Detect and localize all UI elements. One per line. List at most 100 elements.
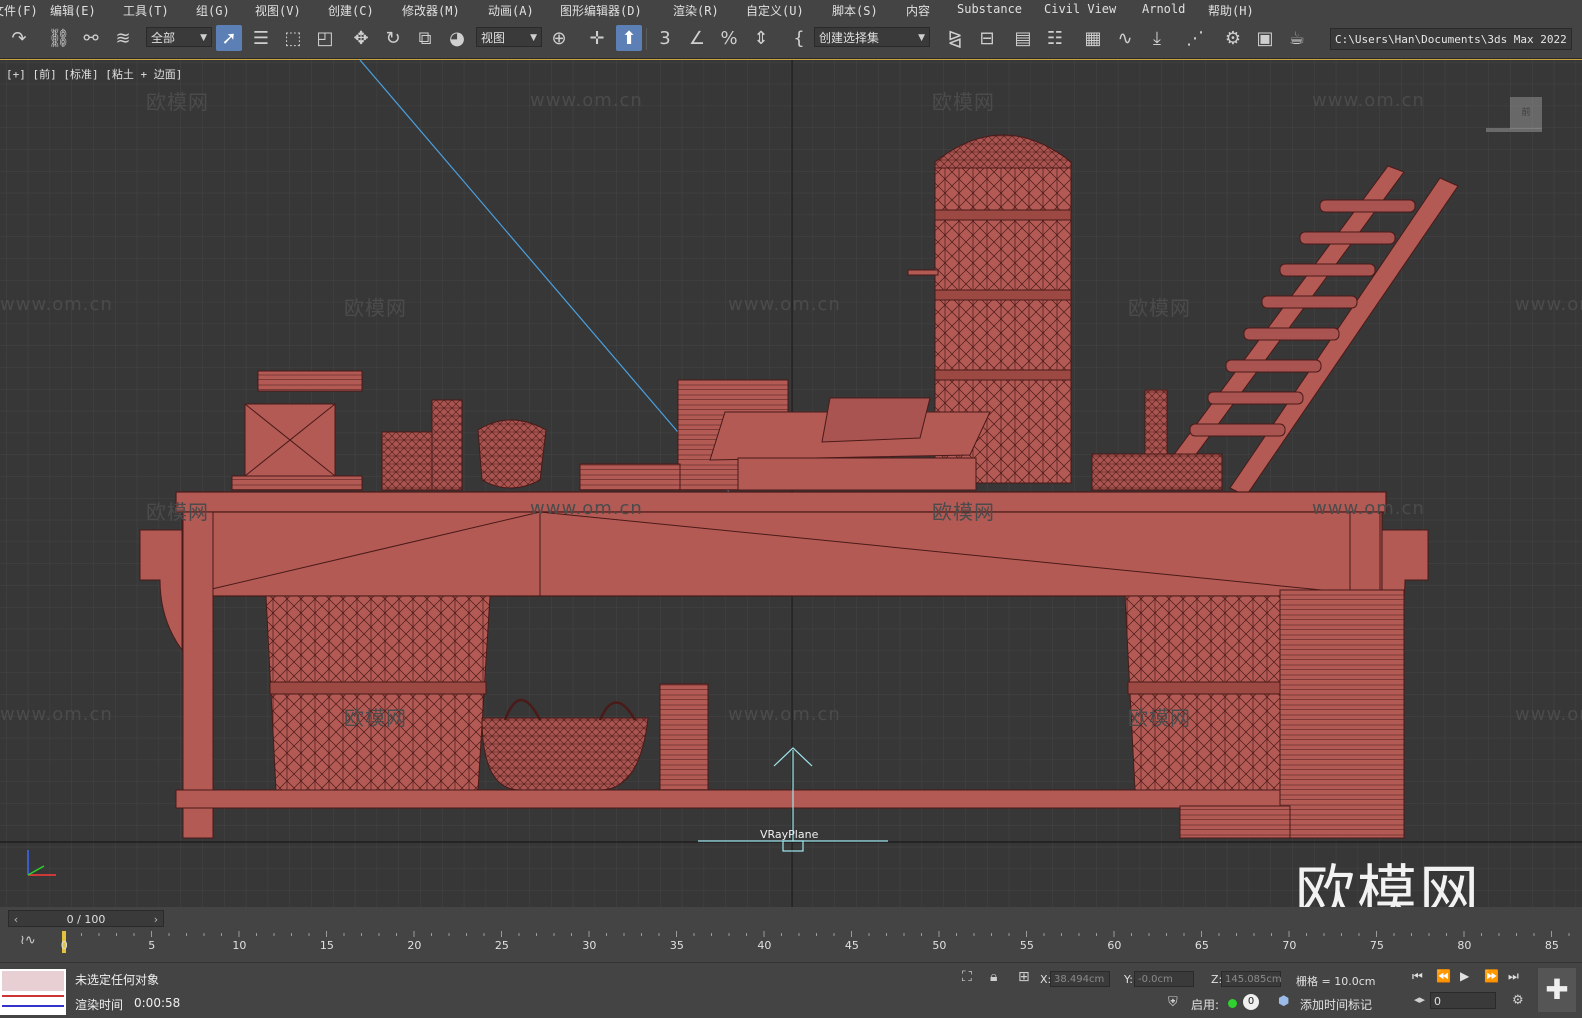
menu-content[interactable]: 内容 (906, 2, 930, 19)
isolate-selection-icon[interactable]: ⛶ (962, 969, 972, 985)
x-coordinate-field[interactable]: 38.494cm (1050, 971, 1110, 987)
redo-icon[interactable]: ↷ (6, 25, 32, 51)
angle-snap-icon[interactable]: ∠ (684, 25, 710, 51)
menu-edit[interactable]: 编辑(E) (50, 2, 96, 19)
watermark-url: www.om.cn (530, 90, 643, 111)
timeline-ruler[interactable]: 0 5 10 15 20 25 30 35 40 45 50 55 60 65 70 75 80 85 (60, 929, 1575, 962)
frame-spinner-arrows-icon[interactable]: ◂▸ (1414, 993, 1425, 1006)
menu-arnold[interactable]: Arnold (1142, 2, 1185, 16)
timeline-tick-label: 55 (1020, 939, 1034, 952)
spinner-snap-icon[interactable]: ⇕ (748, 25, 774, 51)
absolute-mode-icon[interactable]: ⊞ (1018, 969, 1030, 985)
menu-customize[interactable]: 自定义(U) (746, 2, 804, 19)
project-path-field[interactable]: C:\Users\Han\Documents\3ds Max 2022 (1330, 28, 1572, 50)
select-object-icon[interactable]: ➚ (216, 25, 242, 51)
pivot-center-icon[interactable]: ⊕ (546, 25, 572, 51)
right-barrel-model (1124, 595, 1291, 791)
viewcube[interactable]: 前 (1510, 97, 1542, 129)
mini-curve-editor-icon[interactable]: ≀∿ (20, 933, 36, 948)
rotate-icon[interactable]: ↻ (380, 25, 406, 51)
move-icon[interactable]: ✥ (348, 25, 374, 51)
watermark-url: www.om.cn (728, 704, 841, 725)
menu-view[interactable]: 视图(V) (255, 2, 301, 19)
chevron-right-icon[interactable]: › (149, 911, 163, 926)
watermark-url: www.om.cn (1312, 90, 1425, 111)
enable-count-badge: 0 (1243, 994, 1259, 1010)
chevron-left-icon[interactable]: ‹ (9, 911, 23, 926)
enable-label: 启用: (1191, 998, 1220, 1012)
named-selection-dropdown[interactable]: 创建选择集 ▼ (814, 27, 930, 47)
play-icon[interactable]: ▶ (1460, 969, 1469, 983)
next-frame-icon[interactable]: ⏩ (1484, 969, 1499, 983)
watermark-url: www.om.cn (530, 498, 643, 519)
edit-named-selection-icon[interactable]: { (786, 25, 812, 51)
mirror-icon[interactable]: ⧎ (942, 25, 968, 51)
menu-animation[interactable]: 动画(A) (488, 2, 534, 19)
align-icon[interactable]: ⊟ (974, 25, 1000, 51)
named-selection-value: 创建选择集 (819, 31, 880, 45)
watermark-text: 欧模网 (1128, 706, 1191, 730)
percent-snap-icon[interactable]: % (716, 25, 742, 51)
schematic-view-icon[interactable]: ⋰ (1182, 25, 1208, 51)
go-to-end-icon[interactable]: ⏭ (1508, 969, 1519, 984)
menu-tools[interactable]: 工具(T) (123, 2, 169, 19)
shield-icon[interactable]: ⛨ (1168, 995, 1178, 1010)
time-config-icon[interactable]: ⚙ (1512, 993, 1524, 1008)
render-production-icon[interactable]: ☕ (1284, 25, 1310, 51)
menu-rendering[interactable]: 渲染(R) (673, 2, 719, 19)
watermark-text: 欧模网 (344, 296, 407, 320)
rectangular-selection-icon[interactable]: ⬚ (280, 25, 306, 51)
timeline-tick-label: 45 (845, 939, 859, 952)
bottles-under-table-model (659, 683, 709, 791)
menu-create[interactable]: 创建(C) (328, 2, 374, 19)
scale-icon[interactable]: ⧉ (412, 25, 438, 51)
reference-coord-dropdown[interactable]: 视图 ▼ (476, 27, 542, 47)
menu-civil-view[interactable]: Civil View (1044, 2, 1116, 16)
main-toolbar: ↷ ⛓ ⚯ ≋ 全部 ▼ ➚ ☰ ⬚ ◰ ✥ ↻ ⧉ ◕ 视图 ▼ ⊕ ✛ ⬆ 3 … (0, 20, 1582, 59)
menu-substance[interactable]: Substance (957, 2, 1022, 16)
render-time-value: 0:00:58 (134, 996, 181, 1010)
menu-file[interactable]: 文件(F) (0, 2, 38, 19)
menu-modifiers[interactable]: 修改器(M) (402, 2, 460, 19)
watermark-url: www.om.cn (728, 294, 841, 315)
previous-frame-icon[interactable]: ⏪ (1436, 969, 1451, 983)
layer-explorer-icon[interactable]: ▤ (1010, 25, 1036, 51)
render-setup-icon[interactable]: ⚙ (1220, 25, 1246, 51)
place-icon[interactable]: ◕ (444, 25, 470, 51)
add-time-tag-button[interactable]: 添加时间标记 (1300, 996, 1372, 1013)
unlink-icon[interactable]: ⚯ (78, 25, 104, 51)
menu-bar: 文件(F) 编辑(E) 工具(T) 组(G) 视图(V) 创建(C) 修改器(M… (0, 0, 1582, 20)
maxscript-listener-mini[interactable] (0, 969, 66, 1015)
current-frame-field[interactable]: 0 (1430, 992, 1496, 1009)
time-slider[interactable]: ‹ 0 / 100 › (8, 910, 164, 927)
bind-space-warp-icon[interactable]: ≋ (110, 25, 136, 51)
menu-scripting[interactable]: 脚本(S) (832, 2, 878, 19)
selection-filter-dropdown[interactable]: 全部 ▼ (146, 27, 212, 47)
window-crossing-icon[interactable]: ◰ (312, 25, 338, 51)
cube-icon[interactable]: ⬢ (1278, 994, 1289, 1009)
select-by-name-icon[interactable]: ☰ (248, 25, 274, 51)
menu-graph-editors[interactable]: 图形编辑器(D) (560, 2, 642, 19)
watermark-text: 欧模网 (146, 90, 209, 114)
snaps-toggle-icon[interactable]: 3 (652, 25, 678, 51)
go-to-start-icon[interactable]: ⏮ (1412, 969, 1423, 984)
reference-coord-value: 视图 (481, 31, 506, 45)
curve-editor-icon[interactable]: ∿ (1112, 25, 1138, 51)
viewport-navigation-plus-button[interactable]: ✚ (1538, 968, 1576, 1012)
lock-icon[interactable]: 🔒︎ (990, 969, 997, 985)
keyboard-shortcut-override-icon[interactable]: ⬆ (616, 25, 642, 51)
watermark-url: www.om.cn (1312, 498, 1425, 519)
watermark-text: 欧模网 (344, 706, 407, 730)
dope-sheet-icon[interactable]: ⤓ (1144, 25, 1170, 51)
front-viewport[interactable]: 欧模网 www.om.cn 欧模网 www.om.cn www.om.cn 欧模… (0, 59, 1582, 908)
y-coordinate-field[interactable]: -0.0cm (1134, 971, 1194, 987)
rendered-frame-window-icon[interactable]: ▣ (1252, 25, 1278, 51)
scene-explorer-icon[interactable]: ▦ (1080, 25, 1106, 51)
menu-help[interactable]: 帮助(H) (1208, 2, 1254, 19)
z-coordinate-field[interactable]: 145.085cm (1221, 971, 1282, 987)
viewport-label-menu[interactable]: [+] [前] [标准] [粘土 + 边面] (6, 66, 182, 82)
toggle-ribbon-icon[interactable]: ☷ (1042, 25, 1068, 51)
menu-group[interactable]: 组(G) (196, 2, 230, 19)
link-icon[interactable]: ⛓ (46, 25, 72, 51)
select-manipulate-icon[interactable]: ✛ (584, 25, 610, 51)
